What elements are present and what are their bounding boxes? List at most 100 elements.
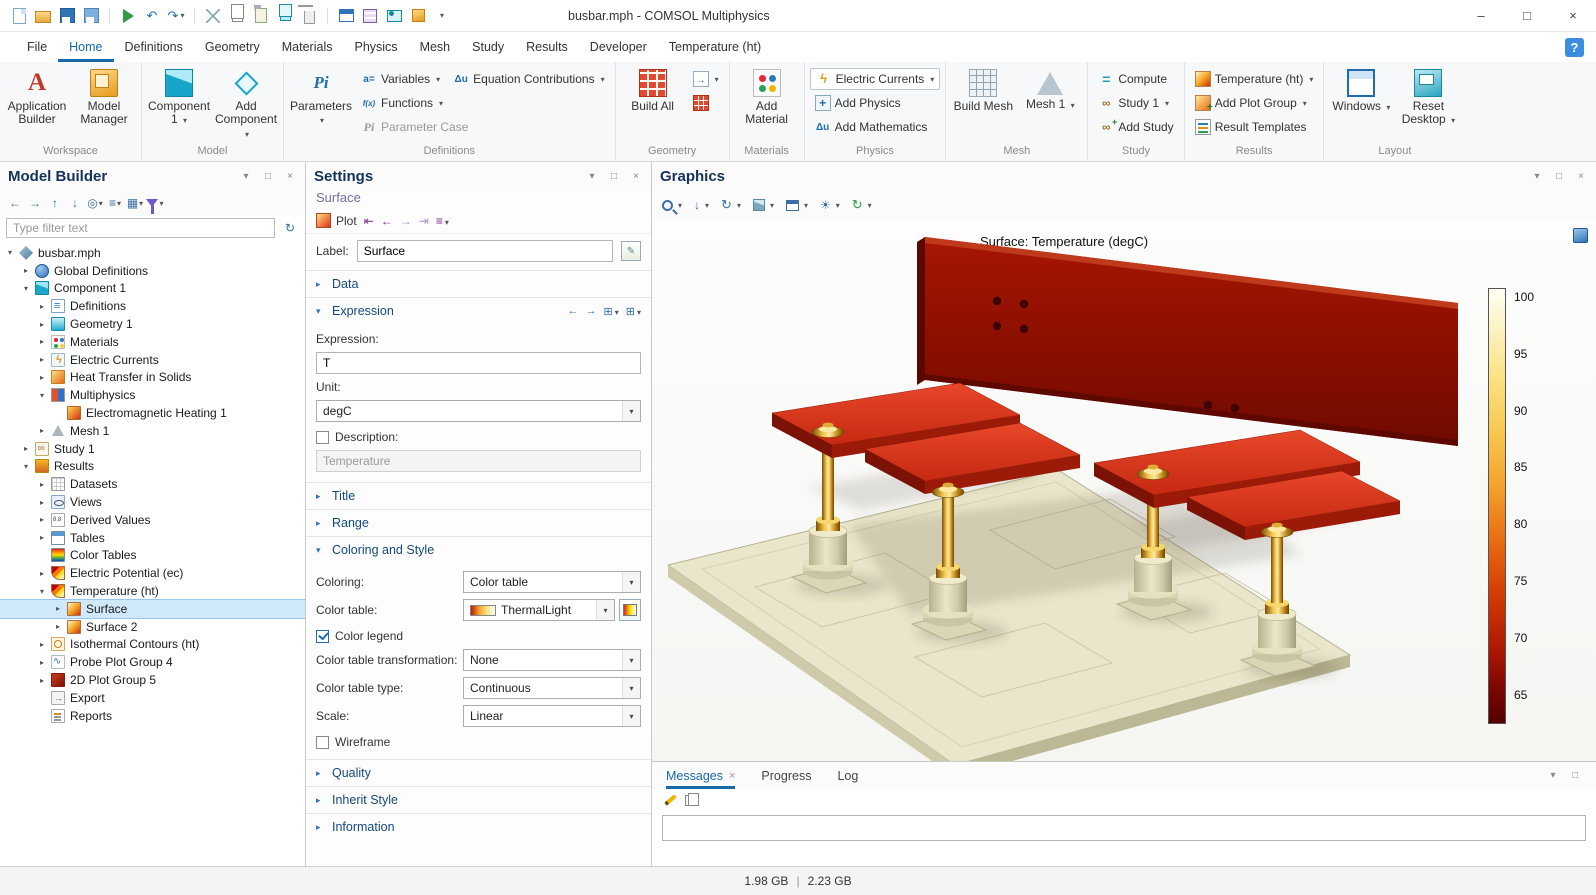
- tree-item-2d-plot-group-5[interactable]: 2D Plot Group 5: [0, 671, 305, 689]
- toolbar-options-icon[interactable]: [433, 7, 451, 25]
- copy-messages-icon[interactable]: [685, 795, 694, 806]
- expand-icon[interactable]: [36, 658, 48, 667]
- expand-icon[interactable]: [36, 355, 48, 364]
- expand-icon[interactable]: [36, 426, 48, 435]
- update-plot-icon[interactable]: [852, 197, 872, 213]
- undo-icon[interactable]: ↶: [143, 7, 161, 25]
- tree-item-probe-plot-group-4[interactable]: Probe Plot Group 4: [0, 653, 305, 671]
- redo-icon[interactable]: ↷: [167, 7, 185, 25]
- collapse-tree-icon[interactable]: [106, 193, 124, 213]
- expression-forward-icon[interactable]: [586, 305, 597, 317]
- functions-button[interactable]: Functions: [356, 92, 448, 114]
- new-file-icon[interactable]: [13, 8, 26, 24]
- expand-icon[interactable]: [20, 266, 32, 275]
- plot-previous-icon[interactable]: [381, 214, 393, 228]
- panel-float-icon[interactable]: [1568, 770, 1582, 781]
- tree-item-surface[interactable]: Surface: [0, 600, 305, 618]
- tab-log[interactable]: Log: [837, 762, 858, 789]
- tree-item-datasets[interactable]: Datasets: [0, 475, 305, 493]
- add-mathematics-button[interactable]: Add Mathematics: [810, 116, 933, 138]
- expand-icon[interactable]: [36, 533, 48, 542]
- section-information[interactable]: Information: [306, 813, 651, 840]
- filter-icon[interactable]: [146, 193, 164, 213]
- tree-item-heat-transfer[interactable]: Heat Transfer in Solids: [0, 369, 305, 387]
- add-component-button[interactable]: Add Component: [214, 65, 278, 140]
- parameter-case-button[interactable]: Parameter Case: [356, 116, 473, 138]
- color-legend-checkbox[interactable]: [316, 630, 329, 643]
- tree-item-multiphysics[interactable]: Multiphysics: [0, 386, 305, 404]
- tree-filter-input[interactable]: [6, 218, 275, 238]
- description-checkbox[interactable]: [316, 431, 329, 444]
- unit-select[interactable]: degC: [316, 400, 641, 422]
- log-window-icon[interactable]: [412, 9, 425, 22]
- mesh-1-button[interactable]: Mesh 1: [1018, 65, 1082, 111]
- insert-sequence-button[interactable]: [688, 68, 724, 90]
- section-title[interactable]: Title: [306, 482, 651, 509]
- run-icon[interactable]: [123, 9, 134, 23]
- expand-icon[interactable]: [36, 302, 48, 311]
- collapse-icon[interactable]: [36, 587, 48, 596]
- section-coloring-and-style[interactable]: Coloring and Style: [306, 536, 651, 563]
- compute-button[interactable]: Compute: [1093, 68, 1172, 90]
- parameters-button[interactable]: Parameters: [289, 65, 353, 127]
- tree-item-component-1[interactable]: Component 1: [0, 280, 305, 298]
- close-tab-icon[interactable]: [729, 770, 735, 782]
- tree-item-study-1[interactable]: Study 1: [0, 440, 305, 458]
- panel-menu-icon[interactable]: [1546, 770, 1560, 781]
- color-table-select[interactable]: ThermalLight: [463, 599, 615, 621]
- tab-geometry[interactable]: Geometry: [194, 32, 271, 62]
- graphics-canvas[interactable]: Surface: Temperature (degC): [652, 220, 1596, 761]
- tree-item-electromagnetic-heating[interactable]: Electromagnetic Heating 1: [0, 404, 305, 422]
- build-mesh-button[interactable]: Build Mesh: [951, 65, 1015, 113]
- tree-item-electric-currents[interactable]: Electric Currents: [0, 351, 305, 369]
- help-icon[interactable]: ?: [1565, 38, 1584, 57]
- tree-columns-icon[interactable]: [126, 193, 144, 213]
- tree-item-materials[interactable]: Materials: [0, 333, 305, 351]
- tree-item-electric-potential[interactable]: Electric Potential (ec): [0, 564, 305, 582]
- plot-properties-icon[interactable]: [1573, 228, 1588, 243]
- panel-menu-icon[interactable]: [239, 171, 253, 182]
- edit-color-table-icon[interactable]: [619, 599, 641, 621]
- color-table-transformation-select[interactable]: None: [463, 649, 641, 671]
- tree-item-views[interactable]: Views: [0, 493, 305, 511]
- tree-item-temperature-ht[interactable]: Temperature (ht): [0, 582, 305, 600]
- messages-output-field[interactable]: [662, 815, 1586, 841]
- tree-item-surface-2[interactable]: Surface 2: [0, 618, 305, 636]
- collapse-icon[interactable]: [36, 391, 48, 400]
- equation-contributions-button[interactable]: Equation Contributions: [448, 68, 609, 90]
- section-range[interactable]: Range: [306, 509, 651, 536]
- save-icon[interactable]: [60, 8, 75, 23]
- section-data[interactable]: Data: [306, 270, 651, 297]
- windows-button[interactable]: Windows: [1329, 65, 1393, 113]
- table-window-icon[interactable]: [339, 9, 354, 22]
- tab-file[interactable]: File: [16, 32, 58, 62]
- tree-item-isothermal-contours[interactable]: Isothermal Contours (ht): [0, 636, 305, 654]
- temperature-plot-button[interactable]: Temperature (ht): [1190, 68, 1319, 90]
- tab-temperature-ht[interactable]: Temperature (ht): [658, 32, 772, 62]
- move-up-icon[interactable]: [46, 193, 64, 213]
- material-window-icon[interactable]: [363, 9, 377, 23]
- snapshot-icon[interactable]: [387, 10, 402, 22]
- expand-icon[interactable]: [36, 480, 48, 489]
- expression-back-icon[interactable]: [568, 305, 579, 317]
- tab-mesh[interactable]: Mesh: [409, 32, 462, 62]
- tree-item-tables[interactable]: Tables: [0, 529, 305, 547]
- model-manager-button[interactable]: Model Manager: [72, 65, 136, 127]
- expand-icon[interactable]: [36, 320, 48, 329]
- tree-item-results[interactable]: Results: [0, 458, 305, 476]
- add-study-button[interactable]: Add Study: [1093, 116, 1178, 138]
- back-icon[interactable]: [6, 193, 24, 213]
- tab-physics[interactable]: Physics: [343, 32, 408, 62]
- panel-menu-icon[interactable]: [1530, 171, 1544, 182]
- maximize-button[interactable]: □: [1504, 0, 1550, 32]
- rename-icon[interactable]: ✎: [621, 241, 641, 261]
- plot-last-icon[interactable]: [419, 214, 429, 228]
- component-1-button[interactable]: Component 1: [147, 65, 211, 127]
- plot-button[interactable]: Plot: [316, 213, 357, 228]
- application-builder-button[interactable]: Application Builder: [5, 65, 69, 127]
- paste-icon[interactable]: [255, 8, 267, 23]
- electric-currents-dropdown[interactable]: Electric Currents: [810, 68, 941, 90]
- study-1-button[interactable]: Study 1: [1093, 92, 1174, 114]
- tab-developer[interactable]: Developer: [579, 32, 658, 62]
- tab-definitions[interactable]: Definitions: [114, 32, 194, 62]
